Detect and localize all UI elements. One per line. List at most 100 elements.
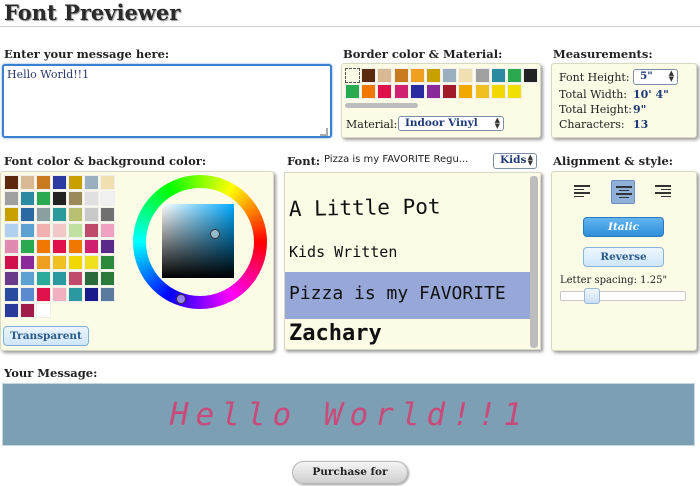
font-color-swatch[interactable] [36, 207, 51, 222]
font-list-scrollbar-thumb[interactable] [530, 176, 538, 348]
border-color-swatch[interactable] [426, 84, 441, 99]
font-color-swatch[interactable] [36, 175, 51, 190]
letter-spacing-slider[interactable] [560, 291, 686, 301]
font-color-swatch[interactable] [36, 255, 51, 270]
font-color-swatch[interactable] [20, 303, 35, 318]
resize-grip-icon[interactable] [320, 128, 328, 136]
font-color-swatch[interactable] [84, 287, 99, 302]
font-color-swatch[interactable] [100, 287, 115, 302]
font-color-swatch[interactable] [36, 271, 51, 286]
border-color-swatch[interactable] [507, 84, 522, 99]
font-color-swatch[interactable] [4, 175, 19, 190]
font-color-swatch[interactable] [4, 255, 19, 270]
font-color-swatch[interactable] [84, 175, 99, 190]
font-color-swatch[interactable] [36, 223, 51, 238]
font-color-swatch[interactable] [68, 287, 83, 302]
font-color-swatch[interactable] [100, 271, 115, 286]
font-color-swatch[interactable] [100, 223, 115, 238]
border-color-swatch[interactable] [490, 84, 506, 99]
font-category-select[interactable]: Kids ▲ ▼ [493, 153, 537, 169]
font-color-swatch[interactable] [52, 223, 67, 238]
font-option-a-little-pot[interactable]: A Little Pot [285, 193, 530, 243]
border-color-swatch[interactable] [393, 68, 409, 83]
font-color-swatch[interactable] [100, 255, 115, 270]
font-color-swatch[interactable] [84, 207, 99, 222]
hue-picker-handle[interactable] [176, 294, 186, 304]
font-color-swatch[interactable] [84, 255, 99, 270]
saturation-value-square[interactable] [162, 204, 234, 278]
font-color-swatch[interactable] [36, 303, 51, 318]
color-picker-handle[interactable] [210, 229, 220, 239]
purchase-button[interactable]: Purchase for $41.64 [292, 461, 408, 484]
border-color-swatch[interactable] [490, 68, 506, 83]
border-color-swatch[interactable] [474, 68, 490, 83]
font-color-swatch[interactable] [4, 287, 19, 302]
font-color-swatch[interactable] [52, 271, 67, 286]
align-center-button[interactable] [611, 180, 635, 204]
border-color-swatch[interactable] [458, 68, 474, 83]
font-color-swatch[interactable] [68, 271, 83, 286]
font-height-select[interactable]: 5" ▲ ▼ [633, 69, 678, 85]
transparent-button[interactable]: Transparent [3, 326, 89, 346]
border-color-swatch[interactable] [345, 68, 360, 83]
font-color-swatch[interactable] [52, 255, 67, 270]
font-color-swatch[interactable] [84, 223, 99, 238]
border-color-swatch[interactable] [361, 84, 377, 99]
font-color-swatch[interactable] [20, 191, 35, 206]
font-color-swatch[interactable] [4, 239, 19, 254]
font-color-swatch[interactable] [20, 207, 35, 222]
font-color-swatch[interactable] [4, 271, 19, 286]
reverse-button[interactable]: Reverse [583, 247, 664, 267]
font-option-zachary[interactable]: Zachary [285, 321, 530, 349]
border-swatches-scrollbar[interactable] [345, 103, 418, 108]
font-color-swatch[interactable] [68, 223, 83, 238]
font-color-swatch[interactable] [52, 239, 67, 254]
font-color-swatch[interactable] [68, 191, 83, 206]
font-color-swatch[interactable] [4, 207, 19, 222]
border-color-swatch[interactable] [523, 68, 539, 83]
font-color-swatch[interactable] [36, 239, 51, 254]
font-color-swatch[interactable] [68, 207, 83, 222]
border-color-swatch[interactable] [474, 84, 490, 99]
border-color-swatch[interactable] [458, 84, 474, 99]
message-input[interactable]: Hello World!!1 [2, 64, 332, 138]
border-color-swatch[interactable] [426, 68, 441, 83]
font-color-swatch[interactable] [36, 191, 51, 206]
font-color-swatch[interactable] [100, 239, 115, 254]
material-select[interactable]: Indoor Vinyl ▲ ▼ [398, 116, 504, 131]
font-color-swatch[interactable] [4, 303, 19, 318]
font-color-swatch[interactable] [52, 175, 67, 190]
font-color-swatch[interactable] [20, 255, 35, 270]
border-color-swatch[interactable] [377, 84, 393, 99]
font-color-swatch[interactable] [20, 175, 35, 190]
font-color-swatch[interactable] [52, 287, 67, 302]
font-color-swatch[interactable] [84, 271, 99, 286]
font-color-swatch[interactable] [52, 207, 67, 222]
letter-spacing-slider-thumb[interactable] [583, 288, 600, 304]
border-color-swatch[interactable] [377, 68, 393, 83]
italic-button[interactable]: Italic [583, 217, 664, 237]
border-color-swatch[interactable] [393, 84, 409, 99]
font-color-swatch[interactable] [84, 239, 99, 254]
font-color-swatch[interactable] [36, 287, 51, 302]
align-left-button[interactable] [570, 180, 594, 204]
font-color-swatch[interactable] [20, 287, 35, 302]
border-color-swatch[interactable] [361, 68, 377, 83]
border-color-swatch[interactable] [442, 68, 458, 83]
font-color-swatch[interactable] [100, 207, 115, 222]
font-color-swatch[interactable] [68, 175, 83, 190]
font-color-swatch[interactable] [20, 239, 35, 254]
border-color-swatch[interactable] [507, 68, 522, 83]
font-option-pizza-is-my-favorite[interactable]: Pizza is my FAVORITE [285, 272, 530, 319]
font-color-swatch[interactable] [52, 191, 67, 206]
font-color-swatch[interactable] [20, 271, 35, 286]
font-color-swatch[interactable] [68, 239, 83, 254]
font-color-swatch[interactable] [100, 191, 115, 206]
font-color-swatch[interactable] [84, 191, 99, 206]
border-color-swatch[interactable] [442, 84, 458, 99]
font-color-swatch[interactable] [100, 175, 115, 190]
font-color-swatch[interactable] [68, 255, 83, 270]
font-color-swatch[interactable] [4, 191, 19, 206]
font-color-swatch[interactable] [20, 223, 35, 238]
font-color-swatch[interactable] [4, 223, 19, 238]
